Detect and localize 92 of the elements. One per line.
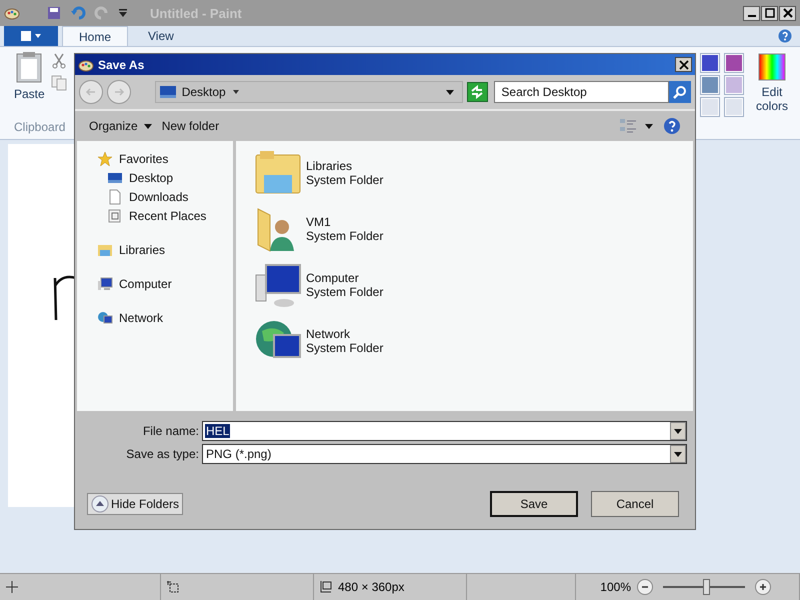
- crosshair-icon: [6, 581, 18, 593]
- redo-icon: [94, 5, 110, 21]
- app-menu-button[interactable]: [4, 26, 58, 46]
- ribbon-tab[interactable]: View: [132, 26, 190, 46]
- folder-name: VM1: [306, 215, 332, 229]
- refresh-icon: [470, 85, 484, 99]
- collapse-icon: [91, 495, 109, 513]
- organize-menu[interactable]: Organize: [89, 117, 152, 135]
- canvas-size-icon: [320, 581, 332, 593]
- new-folder-button[interactable]: New folder: [162, 117, 220, 135]
- color-swatch[interactable]: [724, 97, 744, 117]
- desktop-icon: [107, 170, 123, 186]
- zoom-in-button[interactable]: [755, 579, 771, 595]
- caret-icon[interactable]: [446, 88, 454, 96]
- library-icon: [97, 242, 113, 258]
- dialog-button[interactable]: Cancel: [591, 491, 679, 517]
- navigation-item[interactable]: Computer: [97, 276, 233, 292]
- refresh-button[interactable]: [466, 82, 488, 102]
- caret-icon[interactable]: [645, 122, 653, 130]
- scissors-icon[interactable]: [50, 53, 67, 69]
- close-button[interactable]: [675, 57, 692, 72]
- folder-item[interactable]: VM1 System Folder: [254, 205, 384, 253]
- hide-folders-button[interactable]: Hide Folders: [87, 493, 184, 515]
- back-arrow-icon: [84, 86, 97, 98]
- forward-arrow-icon: [112, 86, 125, 98]
- close-button[interactable]: [779, 6, 796, 20]
- color-swatch[interactable]: [700, 75, 720, 95]
- folder-type: System Folder: [306, 173, 384, 187]
- help-icon[interactable]: [663, 117, 681, 135]
- file-name-field[interactable]: HEL: [202, 421, 687, 441]
- navigation-item[interactable]: Network: [97, 310, 233, 326]
- star-icon: [97, 151, 113, 167]
- folder-type: System Folder: [306, 285, 384, 299]
- dialog-title: Save As: [98, 58, 144, 72]
- zoom-slider[interactable]: [663, 579, 745, 595]
- navigation-item[interactable]: Libraries: [97, 242, 233, 258]
- navigation-item[interactable]: Recent Places: [97, 208, 233, 224]
- color-spectrum-icon: [758, 53, 786, 81]
- folder-type: System Folder: [306, 229, 384, 243]
- folder-item[interactable]: Network System Folder: [254, 317, 384, 365]
- maximize-button[interactable]: [761, 6, 778, 20]
- folder-item[interactable]: Libraries System Folder: [254, 149, 384, 197]
- clipboard-icon: [15, 51, 44, 83]
- zoom-out-button[interactable]: [637, 579, 653, 595]
- folder-name: Computer: [306, 271, 360, 285]
- computer-icon: [97, 276, 113, 292]
- save-type-dropdown[interactable]: PNG (*.png): [202, 444, 687, 464]
- search-icon: [673, 85, 687, 99]
- close-icon: [782, 8, 792, 18]
- folder-type: System Folder: [306, 341, 384, 355]
- network-icon: [97, 310, 113, 326]
- color-swatch[interactable]: [724, 53, 744, 73]
- maximize-icon: [764, 8, 774, 18]
- search-button[interactable]: [669, 81, 691, 103]
- document-icon: [107, 189, 123, 205]
- desktop-icon: [160, 84, 176, 100]
- group-label: Clipboard: [14, 120, 66, 136]
- slider-thumb[interactable]: [703, 579, 710, 595]
- minimize-button[interactable]: [743, 6, 760, 20]
- plus-icon: [759, 583, 767, 591]
- ribbon-tab[interactable]: Home: [62, 26, 128, 46]
- caret-icon: [144, 122, 152, 130]
- zoom-level: 100%: [600, 580, 631, 594]
- customize-icon[interactable]: [118, 8, 128, 18]
- address-bar[interactable]: Desktop: [154, 81, 463, 103]
- recent-places-icon: [107, 208, 123, 224]
- selection-icon: [167, 581, 179, 593]
- navigation-item[interactable]: Favorites: [97, 151, 233, 167]
- edit-colors-button[interactable]: Edit colors: [746, 47, 798, 139]
- color-swatch[interactable]: [724, 75, 744, 95]
- caret-icon[interactable]: [674, 427, 682, 435]
- menu-icon: [19, 30, 43, 42]
- navigation-item[interactable]: Downloads: [97, 189, 233, 205]
- search-field[interactable]: Search Desktop: [494, 81, 669, 103]
- close-icon: [678, 60, 688, 70]
- caret-icon[interactable]: [232, 88, 240, 96]
- folder-item[interactable]: Computer System Folder: [254, 261, 384, 309]
- save-icon[interactable]: [46, 5, 62, 21]
- caret-icon[interactable]: [674, 450, 682, 458]
- paste-button[interactable]: Paste: [14, 51, 45, 120]
- folder-name: Network: [306, 327, 352, 341]
- field-label: File name:: [142, 424, 199, 438]
- help-icon[interactable]: [778, 29, 792, 43]
- dialog-button[interactable]: Save: [490, 491, 578, 517]
- folder-name: Libraries: [306, 159, 354, 173]
- navigation-item[interactable]: Desktop: [97, 170, 233, 186]
- field-label: Save as type:: [125, 447, 199, 461]
- canvas-size: 480 × 360px: [338, 580, 404, 594]
- minimize-icon: [748, 15, 756, 17]
- computer-icon: [254, 261, 302, 309]
- color-swatch[interactable]: [700, 53, 720, 73]
- color-swatch[interactable]: [700, 97, 720, 117]
